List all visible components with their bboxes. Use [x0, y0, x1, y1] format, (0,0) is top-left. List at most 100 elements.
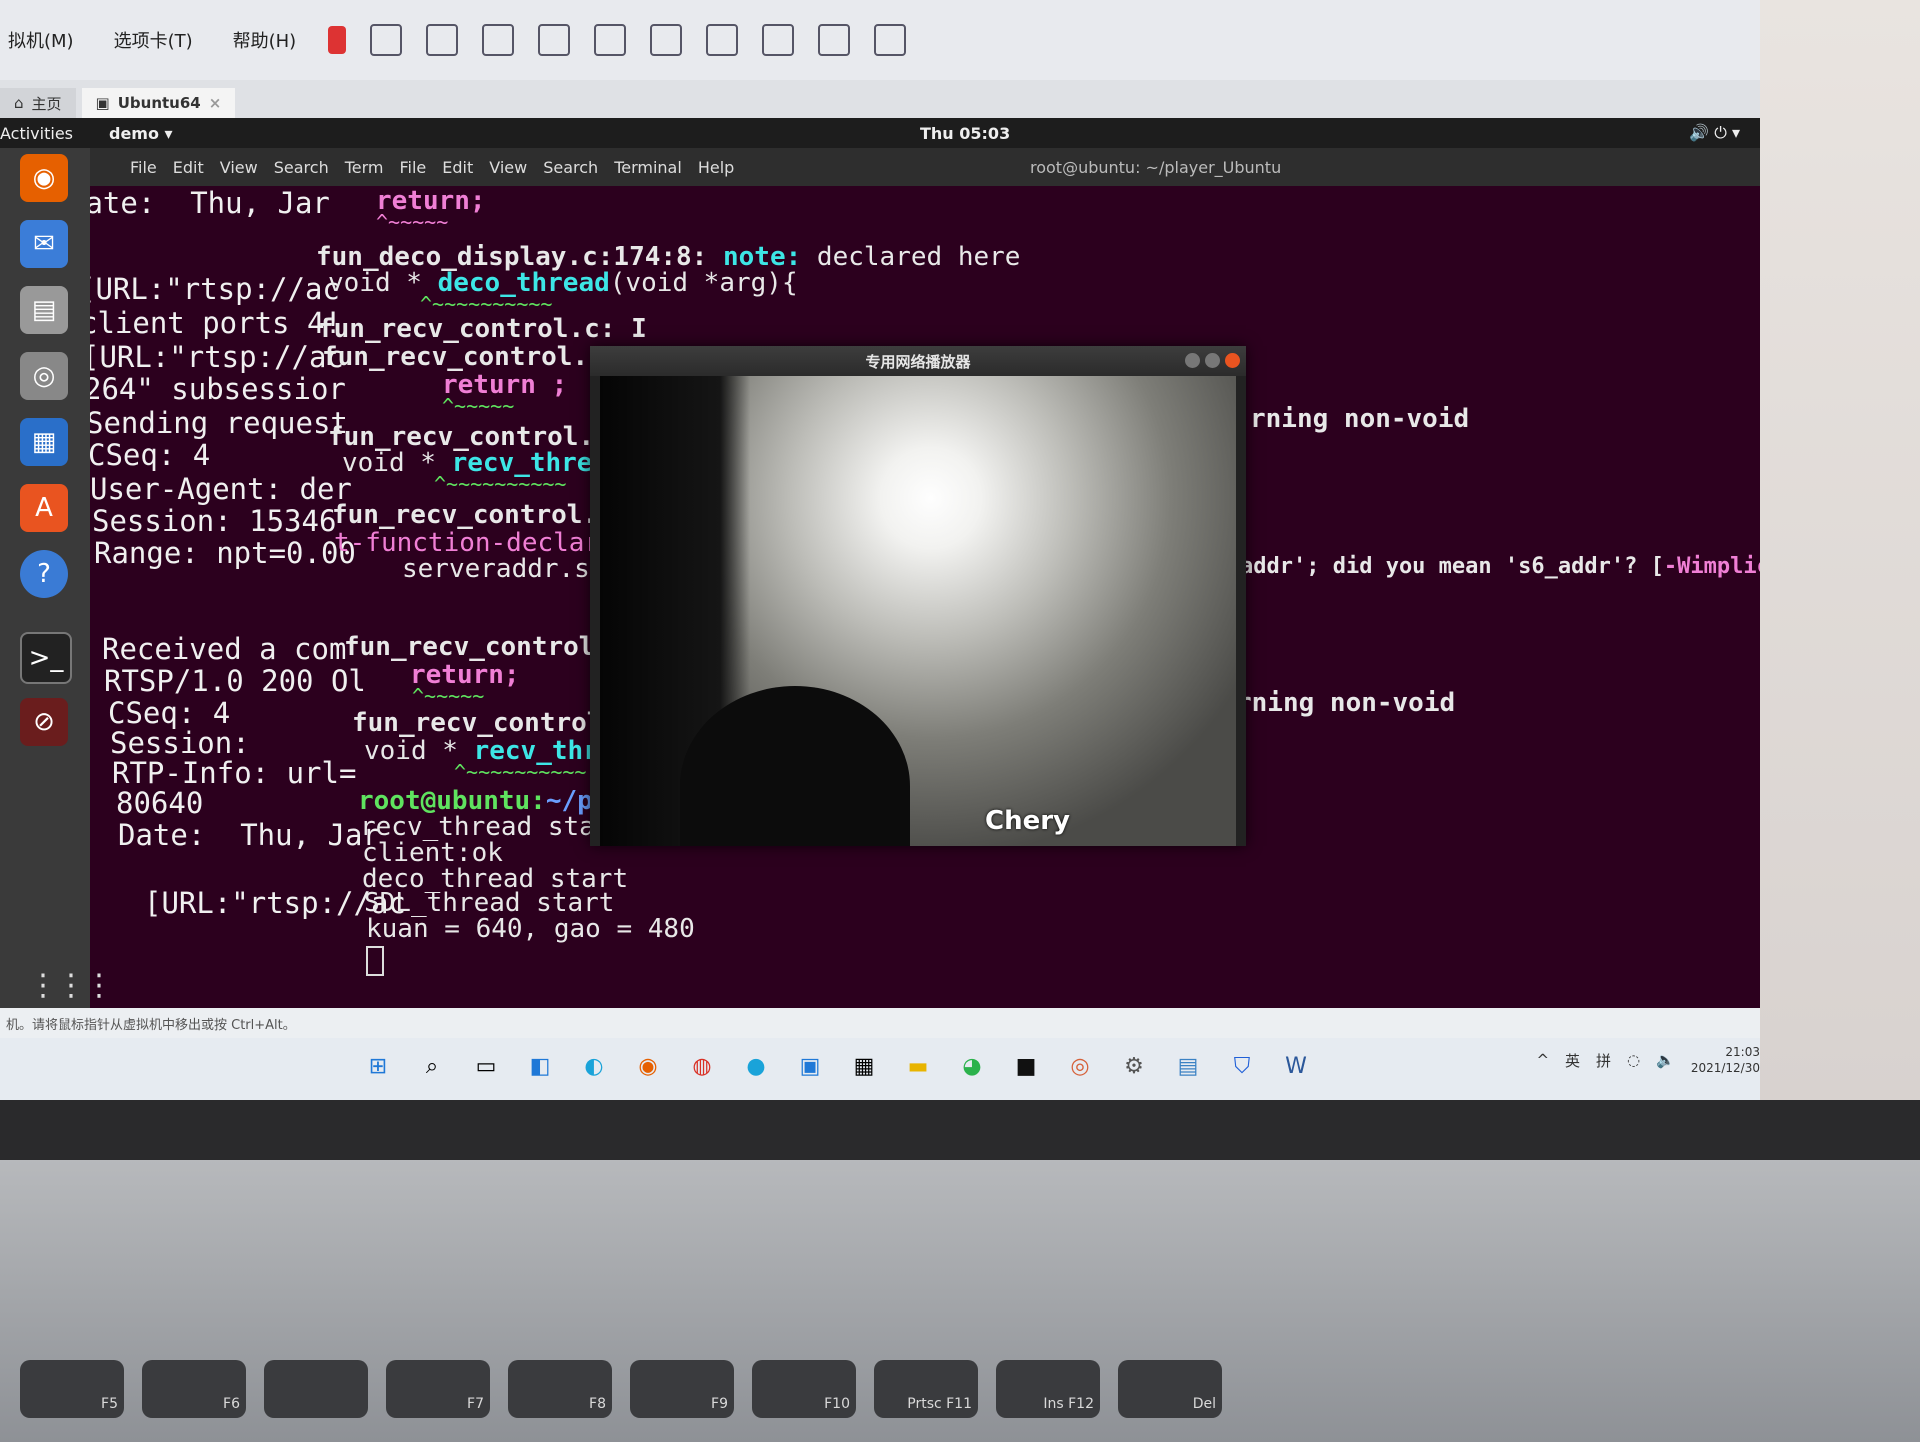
ime-mode[interactable]: 拼 — [1596, 1050, 1611, 1071]
firefox-icon[interactable]: ◉ — [20, 154, 68, 202]
video-player-window[interactable]: 专用网络播放器 Chery — [590, 346, 1246, 846]
menu-edit-2[interactable]: Edit — [442, 158, 473, 177]
input-lang[interactable]: 英 — [1565, 1050, 1580, 1071]
volume-icon[interactable]: 🔈 — [1656, 1051, 1675, 1069]
menu-view-2[interactable]: View — [489, 158, 527, 177]
network-icon[interactable]: ◌ — [1627, 1051, 1640, 1069]
terminal-line: RTSP/1.0 200 Ol — [104, 664, 366, 698]
thunderbird-icon[interactable]: ✉ — [20, 220, 68, 268]
sidebar-view-icon[interactable] — [594, 24, 627, 56]
stretch-icon[interactable] — [874, 24, 907, 56]
fullscreen-icon[interactable] — [706, 24, 739, 56]
word-icon[interactable]: W — [1280, 1050, 1312, 1082]
close-icon[interactable]: × — [209, 94, 222, 112]
menu-vm[interactable]: 拟机(M) — [0, 27, 82, 53]
software-icon[interactable]: A — [20, 484, 68, 532]
player-titlebar[interactable]: 专用网络播放器 — [590, 346, 1246, 376]
menu-view[interactable]: View — [220, 158, 258, 177]
menu-tabs[interactable]: 选项卡(T) — [106, 27, 201, 53]
tab-ubuntu64[interactable]: ▣ Ubuntu64 × — [81, 88, 236, 118]
key-del: Del — [1118, 1360, 1222, 1418]
vmware-icon[interactable]: ▣ — [794, 1050, 826, 1082]
task-view-icon[interactable]: ▭ — [470, 1050, 502, 1082]
terminal-underline: ^~~~~~~~~~~ — [454, 760, 587, 784]
menu-terminal[interactable]: Terminal — [614, 158, 682, 177]
terminal-line: 80640 — [116, 786, 204, 820]
taskbar-clock[interactable]: 21:03 2021/12/30 — [1691, 1044, 1760, 1076]
terminal-line: CSeq: 4 — [108, 696, 231, 730]
revert-snapshot-icon[interactable] — [482, 24, 515, 56]
terminal-line: 264" subsessior — [90, 372, 346, 406]
app-menu[interactable]: demo ▾ — [109, 124, 173, 143]
widgets-icon[interactable]: ◧ — [524, 1050, 556, 1082]
security-shield-icon[interactable]: ⛉ — [1226, 1050, 1258, 1082]
thumbnail-view-icon[interactable] — [650, 24, 683, 56]
windows-start-icon[interactable]: ⊞ — [362, 1050, 394, 1082]
ubuntu-topbar: Activities demo ▾ Thu 05:03 🔊 ⏻ ▾ — [0, 118, 1800, 148]
terminal-line: void * deco_thread(void *arg){ — [328, 268, 798, 298]
terminal-line: rning non-void — [1250, 404, 1470, 434]
video-caption: Chery — [985, 806, 1070, 836]
snapshot-icon[interactable] — [426, 24, 459, 56]
terminal-line: CSeq: 4 — [90, 438, 211, 472]
wechat-icon[interactable]: ◕ — [956, 1050, 988, 1082]
tab-ubuntu64-label: Ubuntu64 — [117, 94, 201, 112]
menu-term[interactable]: Term — [345, 158, 384, 177]
terminal-underline: ^~~~~~ — [412, 684, 485, 708]
menu-file[interactable]: File — [130, 158, 157, 177]
system-tray: ^ 英 拼 ◌ 🔈 21:03 2021/12/30 — [1536, 1044, 1760, 1076]
unity-icon[interactable] — [762, 24, 795, 56]
settings-icon[interactable]: ⚙ — [1118, 1050, 1150, 1082]
app-icon[interactable]: ● — [740, 1050, 772, 1082]
file-explorer-icon[interactable]: ▬ — [902, 1050, 934, 1082]
pause-icon[interactable] — [328, 26, 347, 54]
terminal-menubar: File Edit View Search Term File Edit Vie… — [130, 158, 734, 177]
background-desk — [1760, 0, 1920, 1100]
terminal-line: RTP-Info: url= — [112, 756, 357, 790]
key-f9: F9 — [630, 1360, 734, 1418]
terminal-line: Session: — [110, 726, 250, 760]
menu-help-2[interactable]: Help — [698, 158, 734, 177]
clock[interactable]: Thu 05:03 — [920, 124, 1010, 143]
menu-edit[interactable]: Edit — [173, 158, 204, 177]
menu-search-2[interactable]: Search — [543, 158, 598, 177]
terminal-line: addr'; did you mean 's6_addr'? [-Wimplic… — [1240, 554, 1784, 579]
terminal-line: rning non-void — [1236, 688, 1456, 718]
terminal-cursor — [366, 946, 384, 976]
rhythmbox-icon[interactable]: ◎ — [20, 352, 68, 400]
maximize-button[interactable] — [1205, 353, 1220, 368]
files-icon[interactable]: ▤ — [20, 286, 68, 334]
terminal-titlebar: File Edit View Search Term File Edit Vie… — [90, 148, 1800, 186]
chrome-icon[interactable]: ◍ — [686, 1050, 718, 1082]
menu-help[interactable]: 帮助(H) — [225, 27, 305, 53]
menu-file-2[interactable]: File — [399, 158, 426, 177]
terminal-icon[interactable]: ■ — [1010, 1050, 1042, 1082]
avatar-app-icon[interactable]: ◎ — [1064, 1050, 1096, 1082]
player-app-icon[interactable]: ⊘ — [20, 698, 68, 746]
terminal-line: kuan = 640, gao = 480 — [366, 914, 695, 944]
remote-desktop-icon[interactable]: ▤ — [1172, 1050, 1204, 1082]
terminal-underline: ^~~~~~ — [376, 210, 449, 234]
time-text: 21:03 — [1725, 1045, 1760, 1059]
key-f10: F10 — [752, 1360, 856, 1418]
writer-icon[interactable]: ▦ — [20, 418, 68, 466]
help-icon[interactable]: ? — [20, 550, 68, 598]
tab-home[interactable]: ⌂ 主页 — [0, 88, 76, 118]
snapshot-manager-icon[interactable] — [538, 24, 571, 56]
tray-expand-icon[interactable]: ^ — [1536, 1051, 1549, 1069]
firefox-icon[interactable]: ◉ — [632, 1050, 664, 1082]
search-icon[interactable]: ⌕ — [416, 1050, 448, 1082]
activities-button[interactable]: Activities — [0, 124, 73, 143]
send-ctrl-alt-del-icon[interactable] — [370, 24, 403, 56]
system-menu-icon[interactable]: 🔊 ⏻ ▾ — [1689, 123, 1740, 143]
keyboard-row: F5 F6 F7 F8 F9 F10 Prtsc F11 Ins F12 Del — [20, 1360, 1900, 1440]
minimize-button[interactable] — [1185, 353, 1200, 368]
media-icon[interactable]: ▦ — [848, 1050, 880, 1082]
close-button[interactable] — [1225, 353, 1240, 368]
vmware-status-hint: 机。请将鼠标指针从虚拟机中移出或按 Ctrl+Alt。 — [0, 1008, 1806, 1038]
terminal-icon[interactable]: >_ — [20, 632, 72, 684]
edge-icon[interactable]: ◐ — [578, 1050, 610, 1082]
terminal-line: fun_recv_control.c: I — [318, 314, 647, 344]
menu-search[interactable]: Search — [274, 158, 329, 177]
console-icon[interactable] — [818, 24, 851, 56]
